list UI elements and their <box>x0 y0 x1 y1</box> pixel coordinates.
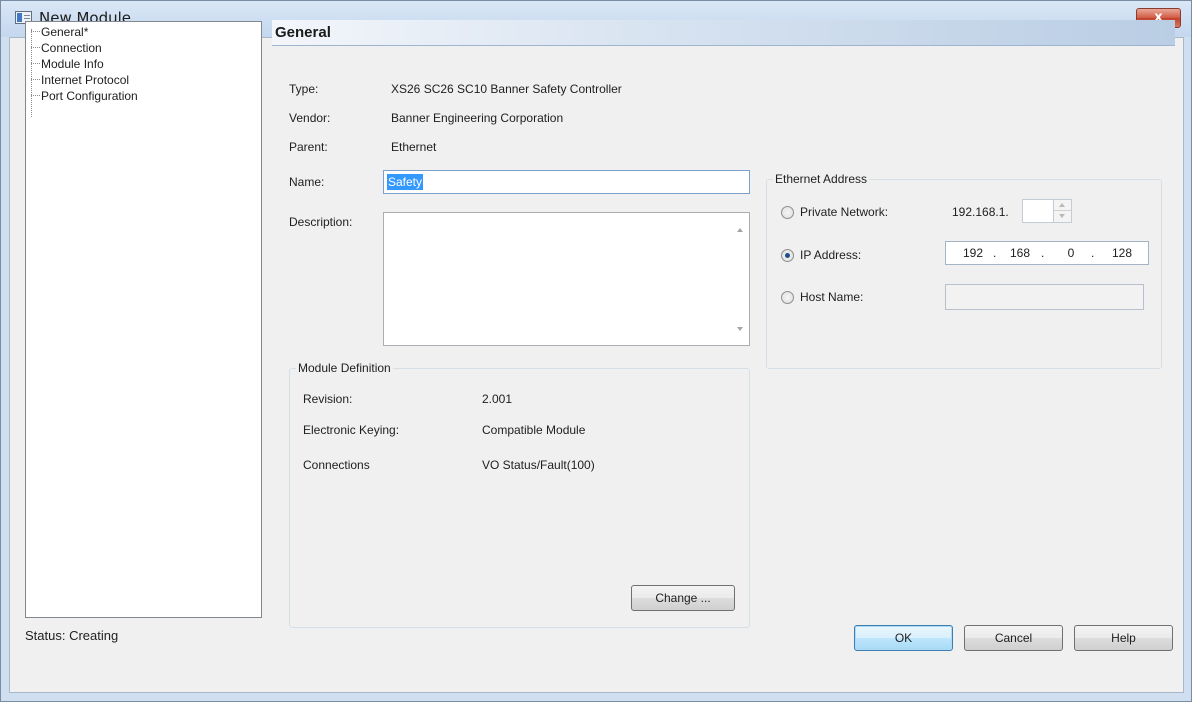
section-title: General <box>275 24 331 41</box>
description-label: Description: <box>289 215 353 229</box>
type-label: Type: <box>289 82 319 96</box>
host-name-label: Host Name: <box>800 290 864 304</box>
ip-octet-1[interactable]: 192 <box>956 242 990 264</box>
tree-item-internet-protocol[interactable]: Internet Protocol <box>26 72 129 88</box>
tree-item-module-info[interactable]: Module Info <box>26 56 104 72</box>
connections-value: VO Status/Fault(100) <box>482 458 595 472</box>
ip-octet-4[interactable]: 128 <box>1105 242 1139 264</box>
parent-value: Ethernet <box>391 140 437 154</box>
private-network-label: Private Network: <box>800 205 889 219</box>
parent-label: Parent: <box>289 140 328 154</box>
private-network-spinner[interactable] <box>1022 199 1072 223</box>
host-name-field[interactable] <box>945 284 1144 310</box>
section-header: General <box>272 20 1175 46</box>
revision-value: 2.001 <box>482 392 513 406</box>
spin-down-icon[interactable] <box>1054 211 1071 222</box>
private-network-prefix: 192.168.1. <box>952 205 1009 219</box>
module-definition-title: Module Definition <box>296 361 393 375</box>
tree-item-connection[interactable]: Connection <box>26 40 102 56</box>
status-text: Status: Creating <box>25 628 119 643</box>
description-field[interactable] <box>383 212 750 346</box>
private-network-radio[interactable] <box>781 206 794 219</box>
revision-label: Revision: <box>303 392 353 406</box>
host-name-radio[interactable] <box>781 291 794 304</box>
description-scrollbar[interactable] <box>732 213 749 345</box>
tree-item-general[interactable]: General* <box>26 24 88 40</box>
name-label: Name: <box>289 175 325 189</box>
new-module-dialog: New Module x General* Connection Module … <box>0 0 1192 702</box>
help-button[interactable]: Help <box>1074 625 1173 651</box>
type-value: XS26 SC26 SC10 Banner Safety Controller <box>391 82 622 96</box>
connections-label: Connections <box>303 458 370 472</box>
category-tree[interactable]: General* Connection Module Info Internet… <box>25 21 262 618</box>
ok-button[interactable]: OK <box>854 625 953 651</box>
scroll-up-icon[interactable] <box>737 228 743 232</box>
keying-value: Compatible Module <box>482 423 586 437</box>
ip-octet-2[interactable]: 168 <box>1003 242 1037 264</box>
ip-address-field[interactable]: 192 . 168 . 0 . 128 <box>945 241 1149 265</box>
vendor-label: Vendor: <box>289 111 331 125</box>
cancel-button[interactable]: Cancel <box>964 625 1063 651</box>
keying-label: Electronic Keying: <box>303 423 400 437</box>
name-field[interactable]: Safety <box>383 170 750 194</box>
ip-address-radio[interactable] <box>781 249 794 262</box>
tree-item-port-configuration[interactable]: Port Configuration <box>26 88 138 104</box>
ip-address-label: IP Address: <box>800 248 862 262</box>
scroll-down-icon[interactable] <box>737 327 743 331</box>
change-button[interactable]: Change ... <box>631 585 735 611</box>
ethernet-address-title: Ethernet Address <box>773 172 870 186</box>
vendor-value: Banner Engineering Corporation <box>391 111 564 125</box>
ip-octet-3[interactable]: 0 <box>1054 242 1088 264</box>
name-value-selected: Safety <box>387 174 424 190</box>
spin-up-icon[interactable] <box>1054 200 1071 211</box>
